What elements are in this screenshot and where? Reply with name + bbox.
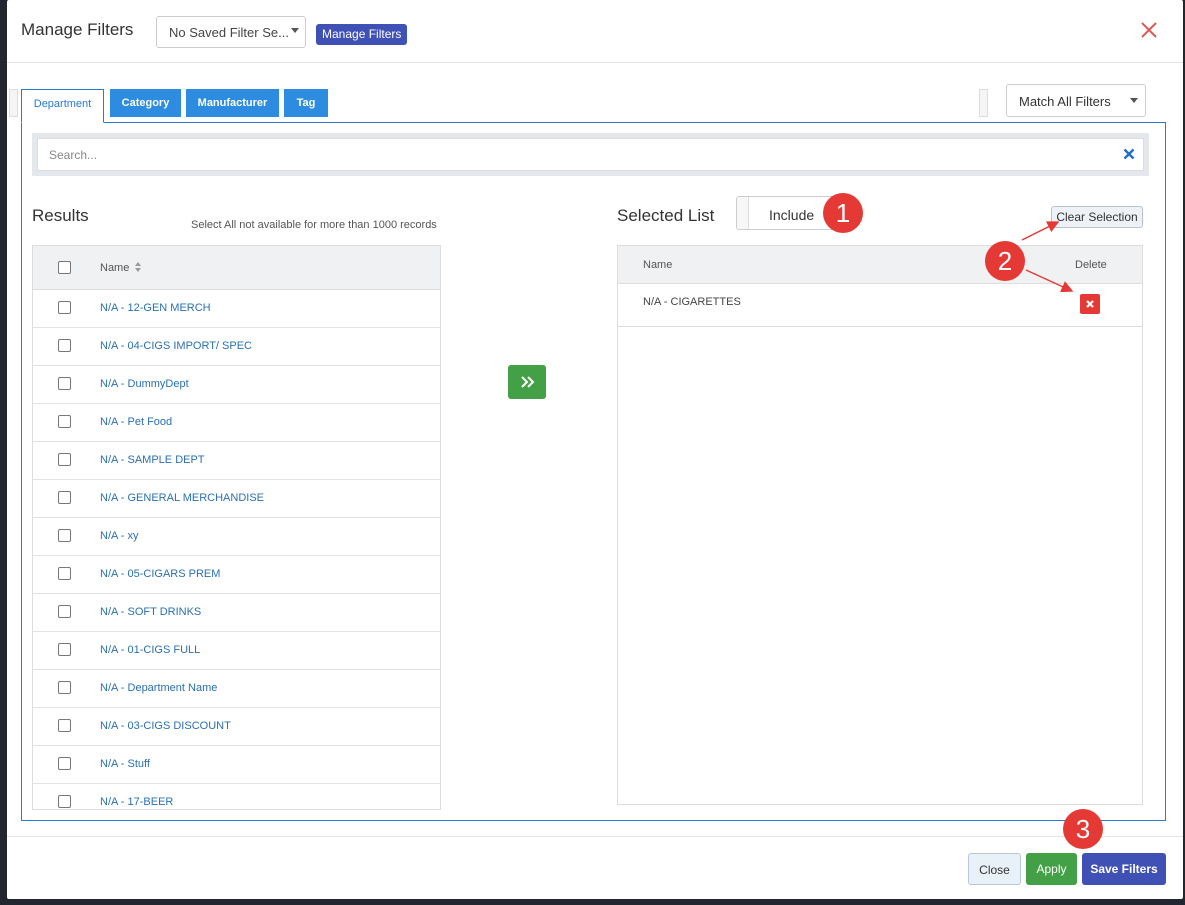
move-selected-button[interactable] [508,365,546,399]
row-name[interactable]: N/A - Pet Food [100,416,172,428]
row-checkbox[interactable] [58,453,71,466]
selected-name-column: Name [643,259,673,271]
double-chevron-right-icon [521,376,535,388]
name-column-header[interactable]: Name [100,262,129,274]
row-checkbox[interactable] [58,491,71,504]
search-input[interactable]: Search... [37,138,1144,171]
delete-row-button[interactable] [1080,294,1100,314]
row-checkbox[interactable] [58,605,71,618]
search-placeholder: Search... [49,148,98,162]
row-name[interactable]: N/A - 05-CIGARS PREM [100,568,220,580]
tabs-scroll-right-button[interactable] [979,89,988,117]
results-note: Select All not available for more than 1… [191,219,437,231]
row-checkbox[interactable] [58,567,71,580]
table-row[interactable]: N/A - GENERAL MERCHANDISE [33,480,440,518]
row-checkbox[interactable] [58,719,71,732]
annotation-badge-3: 3 [1063,809,1103,849]
table-row[interactable]: N/A - Department Name [33,670,440,708]
table-row[interactable]: N/A - 01-CIGS FULL [33,632,440,670]
close-button[interactable]: Close [968,853,1021,885]
tabs-scroll-left-button[interactable] [9,89,18,117]
selected-delete-column: Delete [1075,259,1107,271]
saved-filter-select[interactable]: No Saved Filter Se... [156,16,306,48]
table-row[interactable]: N/A - 03-CIGS DISCOUNT [33,708,440,746]
tab-category[interactable]: Category [110,89,181,117]
annotation-badge-1: 1 [823,193,863,233]
row-name[interactable]: N/A - 01-CIGS FULL [100,644,200,656]
clear-search-icon[interactable] [1123,148,1135,160]
modal-header: Manage Filters No Saved Filter Se... Man… [7,0,1183,63]
table-row[interactable]: N/A - 12-GEN MERCH [33,290,440,328]
saved-filter-select-value: No Saved Filter Se... [169,25,289,40]
results-table: Name N/A - 12-GEN MERCH N/A - 04-CIGS IMP… [32,245,441,810]
close-icon[interactable] [1139,20,1159,40]
modal-title: Manage Filters [21,20,134,39]
row-name[interactable]: N/A - DummyDept [100,378,189,390]
chevron-down-icon [1130,98,1138,103]
table-row[interactable]: N/A - DummyDept [33,366,440,404]
selected-list-title: Selected List [617,206,715,225]
row-checkbox[interactable] [58,529,71,542]
modal-footer: Close Apply Save Filters [7,836,1183,899]
results-table-header: Name [33,246,440,290]
selected-row: N/A - CIGARETTES [618,284,1142,327]
row-checkbox[interactable] [58,643,71,656]
row-checkbox[interactable] [58,339,71,352]
toggle-knob [737,197,749,229]
row-name[interactable]: N/A - SAMPLE DEPT [100,454,205,466]
table-row[interactable]: N/A - SAMPLE DEPT [33,442,440,480]
row-name[interactable]: N/A - GENERAL MERCHANDISE [100,492,264,504]
match-filters-value: Match All Filters [1019,94,1111,109]
selected-table: Name Delete N/A - CIGARETTES [617,245,1143,805]
table-row[interactable]: N/A - 17-BEER [33,784,440,809]
row-name[interactable]: N/A - xy [100,530,139,542]
row-checkbox[interactable] [58,681,71,694]
table-row[interactable]: N/A - 05-CIGARS PREM [33,556,440,594]
results-title: Results [32,206,89,225]
row-checkbox[interactable] [58,795,71,808]
row-name[interactable]: N/A - Department Name [100,682,217,694]
manage-filters-modal: Manage Filters No Saved Filter Se... Man… [7,0,1183,899]
manage-filters-button[interactable]: Manage Filters [316,24,408,45]
include-label: Include [769,207,815,223]
selected-row-name: N/A - CIGARETTES [643,296,741,308]
annotation-badge-2: 2 [985,241,1025,281]
selected-rows: N/A - CIGARETTES [618,284,1142,327]
tab-tag[interactable]: Tag [284,89,328,117]
row-checkbox[interactable] [58,301,71,314]
sort-icon[interactable] [134,261,142,273]
table-row[interactable]: N/A - xy [33,518,440,556]
apply-button[interactable]: Apply [1026,853,1077,885]
results-rows: N/A - 12-GEN MERCH N/A - 04-CIGS IMPORT/ … [33,290,440,809]
row-name[interactable]: N/A - 17-BEER [100,796,173,808]
table-row[interactable]: N/A - Pet Food [33,404,440,442]
row-name[interactable]: N/A - 12-GEN MERCH [100,302,211,314]
filter-panel: Search... Results Select All not availab… [21,122,1166,821]
close-icon [1086,300,1094,308]
row-name[interactable]: N/A - 03-CIGS DISCOUNT [100,720,231,732]
tab-manufacturer[interactable]: Manufacturer [186,89,279,117]
clear-selection-button[interactable]: Clear Selection [1051,206,1143,228]
row-checkbox[interactable] [58,377,71,390]
row-checkbox[interactable] [58,415,71,428]
chevron-down-icon [291,28,299,33]
save-filters-button[interactable]: Save Filters [1082,853,1166,885]
search-bar: Search... [32,133,1149,176]
table-row[interactable]: N/A - 04-CIGS IMPORT/ SPEC [33,328,440,366]
table-row[interactable]: N/A - Stuff [33,746,440,784]
table-row[interactable]: N/A - SOFT DRINKS [33,594,440,632]
tab-department[interactable]: Department [21,89,104,123]
row-name[interactable]: N/A - SOFT DRINKS [100,606,201,618]
match-filters-select[interactable]: Match All Filters [1006,84,1146,117]
row-name[interactable]: N/A - 04-CIGS IMPORT/ SPEC [100,340,252,352]
row-name[interactable]: N/A - Stuff [100,758,150,770]
select-all-checkbox[interactable] [58,261,71,274]
selected-table-header: Name Delete [618,246,1142,284]
row-checkbox[interactable] [58,757,71,770]
